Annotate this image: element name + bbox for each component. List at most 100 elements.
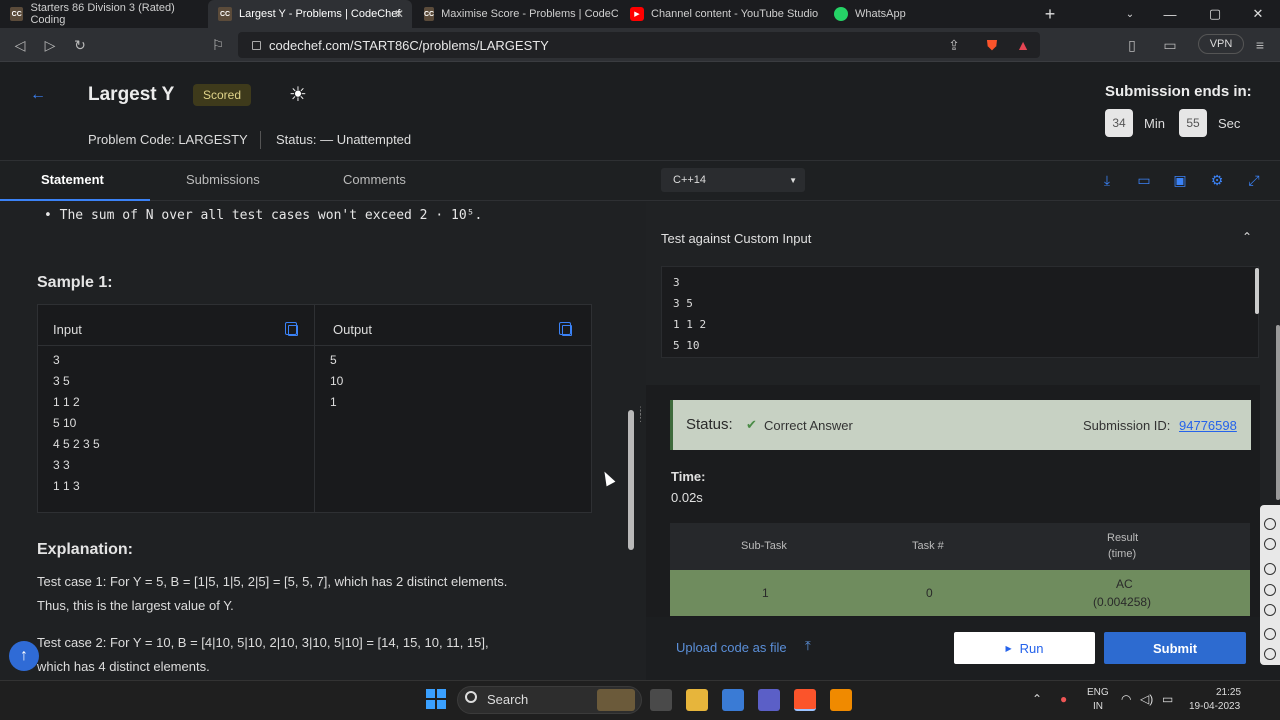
custom-input-textarea[interactable]: [661, 266, 1259, 358]
tab-search-icon[interactable]: ⌄: [1110, 0, 1150, 28]
settings-gear-icon[interactable]: ⚙: [1208, 171, 1226, 189]
bookmark-icon[interactable]: ⚐: [208, 35, 228, 55]
problem-code: Problem Code: LARGESTY: [88, 132, 248, 147]
browser-tab[interactable]: ▶ Channel content - YouTube Studio: [620, 0, 824, 28]
timer-sec-label: Sec: [1218, 116, 1241, 131]
browser-tab[interactable]: CC Maximise Score - Problems | CodeCh: [414, 0, 618, 28]
file-explorer-icon[interactable]: [686, 689, 708, 711]
editor-pane-scrollbar[interactable]: [1276, 325, 1280, 500]
sample-title: Sample 1:: [37, 274, 113, 291]
battery-icon[interactable]: ▭: [1162, 692, 1173, 706]
camera-icon[interactable]: [1264, 518, 1276, 530]
theme-toggle-sun-icon[interactable]: ☀: [287, 84, 309, 106]
chat-icon[interactable]: ▭: [1135, 171, 1153, 189]
language-indicator[interactable]: ENG: [1087, 687, 1109, 698]
share-icon[interactable]: ⇪: [944, 35, 964, 55]
editor-app-icon[interactable]: [758, 689, 780, 711]
tab-comments[interactable]: Comments: [343, 172, 406, 187]
output-line: 5: [330, 353, 337, 367]
download-icon[interactable]: ⤓: [1098, 171, 1116, 189]
custom-input-line: 3 5: [673, 297, 693, 310]
sample-header-line: [37, 345, 592, 346]
submission-id-link[interactable]: 94776598: [1179, 418, 1237, 433]
save-icon[interactable]: ▣: [1171, 171, 1189, 189]
whatsapp-icon: [834, 7, 848, 21]
problem-status: Status: — Unattempted: [276, 132, 411, 147]
upload-icon[interactable]: ⤒: [805, 638, 811, 654]
active-tab-indicator: [0, 199, 150, 201]
volume-icon[interactable]: [1264, 584, 1276, 596]
lock-icon: [252, 40, 261, 50]
reload-icon[interactable]: ↻: [70, 35, 90, 55]
microphone-icon[interactable]: [1264, 563, 1276, 575]
result-header: Result: [1107, 532, 1139, 544]
url-text: codechef.com/START86C/problems/LARGESTY: [269, 37, 549, 53]
custom-input-line: 5 10: [673, 339, 700, 352]
custom-input-scrollbar[interactable]: [1255, 268, 1259, 314]
input-header: Input: [53, 322, 82, 337]
volume-tray-icon[interactable]: ◁): [1140, 692, 1153, 706]
brave-rewards-icon[interactable]: ▲: [1013, 35, 1033, 55]
copy-output-icon[interactable]: [559, 322, 572, 336]
task-header: Task #: [912, 540, 944, 552]
settings-icon[interactable]: [1264, 648, 1276, 660]
store-icon[interactable]: [722, 689, 744, 711]
table-row: [670, 570, 1250, 616]
brave-shield-icon[interactable]: ⛊: [982, 35, 1002, 55]
wifi-icon[interactable]: ◠: [1121, 692, 1131, 706]
menu-icon[interactable]: ≡: [1250, 35, 1270, 55]
upload-code-link[interactable]: Upload code as file: [676, 640, 787, 655]
close-tab-icon[interactable]: ✕: [394, 7, 404, 21]
codechef-icon: CC: [424, 7, 435, 21]
status-value: — Unattempted: [320, 132, 412, 147]
wallet-icon[interactable]: ▭: [1160, 35, 1180, 55]
run-button[interactable]: ▶ Run: [954, 632, 1095, 664]
submit-button[interactable]: Submit: [1104, 632, 1246, 664]
browser-tab-strip: CC Starters 86 Division 3 (Rated) Coding…: [0, 0, 1280, 28]
browser-tab[interactable]: CC Starters 86 Division 3 (Rated) Coding: [0, 0, 206, 28]
sidebar-icon[interactable]: ▯: [1122, 35, 1142, 55]
browser-toolbar: ◁ ▷ ↻ ⚐ codechef.com/START86C/problems/L…: [0, 28, 1280, 62]
status-label: Status:: [276, 132, 317, 147]
custom-input-header[interactable]: Test against Custom Input: [661, 231, 811, 246]
forward-icon[interactable]: ▷: [40, 35, 60, 55]
fullscreen-icon[interactable]: ⤢: [1245, 171, 1263, 189]
result-time-header: (time): [1108, 548, 1137, 560]
timer-seconds: 55: [1179, 109, 1207, 137]
maximize-icon[interactable]: ▢: [1195, 0, 1235, 28]
statement-scrollbar[interactable]: [628, 410, 634, 550]
language-select[interactable]: C++14 ▼: [661, 168, 805, 192]
tray-chevron-up-icon[interactable]: ⌃: [1032, 692, 1042, 706]
windows-start-icon[interactable]: [426, 689, 446, 709]
chevron-up-icon[interactable]: ⌃: [1242, 230, 1252, 244]
browser-tab-active[interactable]: CC Largest Y - Problems | CodeChef ✕: [208, 0, 412, 28]
webcam-icon[interactable]: [1264, 604, 1276, 616]
brave-browser-icon[interactable]: [794, 689, 816, 711]
task-cell: 0: [926, 586, 933, 600]
input-line: 1 1 3: [53, 479, 80, 493]
browser-tab[interactable]: WhatsApp: [824, 0, 1028, 28]
scroll-to-top-arrow-up-icon[interactable]: ↑: [9, 641, 39, 671]
vpn-button[interactable]: VPN: [1198, 34, 1244, 54]
weather-widget-icon[interactable]: [597, 689, 635, 711]
close-window-icon[interactable]: ✕: [1238, 0, 1278, 28]
back-icon[interactable]: ◁: [10, 35, 30, 55]
tab-statement[interactable]: Statement: [41, 172, 104, 187]
pane-resize-handle[interactable]: ⋮ ⋮ ⋮: [636, 406, 645, 434]
copy-input-icon[interactable]: [285, 322, 298, 336]
input-line: 3 5: [53, 374, 70, 388]
new-tab-button[interactable]: +: [1030, 0, 1070, 28]
task-view-icon[interactable]: [650, 689, 672, 711]
back-arrow-icon[interactable]: ←: [30, 86, 46, 104]
vlc-icon[interactable]: [830, 689, 852, 711]
microphone-tray-icon[interactable]: ●: [1060, 692, 1067, 706]
tab-submissions[interactable]: Submissions: [186, 172, 260, 187]
record-icon[interactable]: [1264, 538, 1276, 550]
test-case-1-line-2: Thus, this is the largest value of Y.: [37, 598, 234, 613]
minimize-icon[interactable]: —: [1150, 0, 1190, 28]
test-case-1-line-1: Test case 1: For Y = 5, B = [1|5, 1|5, 2…: [37, 574, 508, 589]
browser-tab-title: Starters 86 Division 3 (Rated) Coding: [30, 2, 175, 26]
window-icon[interactable]: [1264, 628, 1276, 640]
clock-time: 21:25: [1216, 687, 1242, 698]
address-bar[interactable]: codechef.com/START86C/problems/LARGESTY: [238, 32, 1040, 58]
